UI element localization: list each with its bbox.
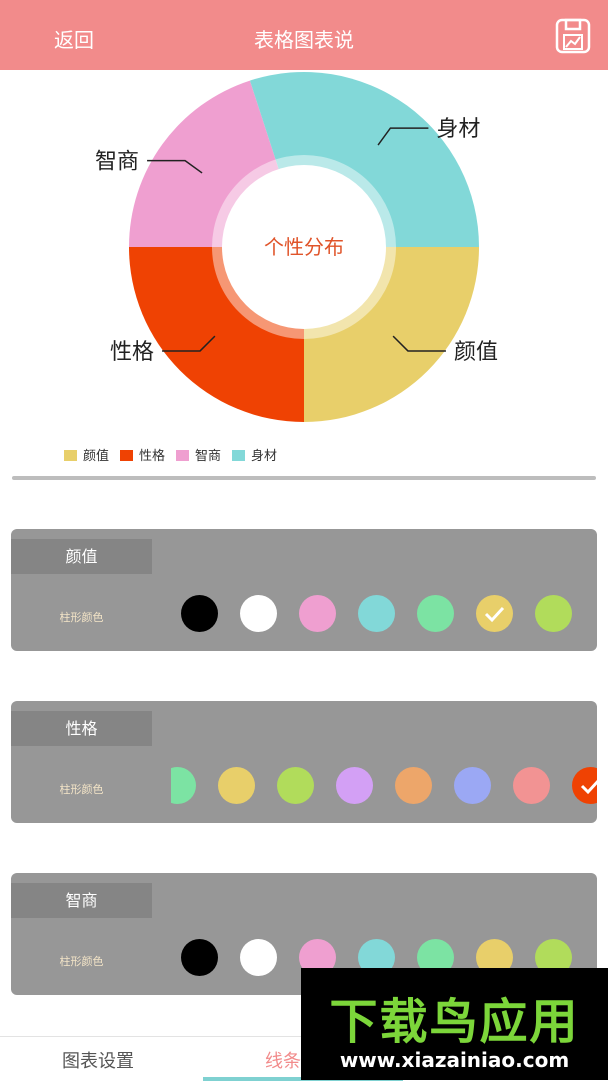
- color-swatch[interactable]: [513, 767, 550, 804]
- donut-center-label: 个性分布: [264, 235, 344, 259]
- swatch-row[interactable]: [171, 767, 597, 805]
- pie-label-2: 智商: [95, 150, 139, 175]
- legend-swatch-1: [120, 450, 133, 461]
- watermark-logo: 下载鸟应用: [329, 994, 580, 1050]
- color-swatch[interactable]: [277, 767, 314, 804]
- app-header: 返回 表格图表说: [0, 0, 608, 70]
- watermark-overlay: 下载鸟应用 www.xiazainiao.com: [301, 968, 608, 1080]
- bar-color-label: 柱形颜色: [59, 783, 104, 796]
- color-swatch[interactable]: [336, 767, 373, 804]
- legend-label-1: 性格: [139, 448, 165, 464]
- color-swatch[interactable]: [171, 767, 196, 804]
- panel-title: 颜值: [11, 539, 152, 574]
- legend-swatch-3: [232, 450, 245, 461]
- swatch-row[interactable]: [171, 595, 597, 633]
- bar-color-label: 柱形颜色: [59, 955, 104, 968]
- color-swatch[interactable]: [240, 595, 277, 632]
- legend-swatch-0: [64, 450, 77, 461]
- color-swatch[interactable]: [218, 767, 255, 804]
- pie-label-1: 性格: [110, 340, 154, 365]
- panel-title: 智商: [11, 883, 152, 918]
- check-icon: [580, 779, 597, 795]
- watermark-url: www.xiazainiao.com: [339, 1048, 570, 1072]
- color-swatch[interactable]: [454, 767, 491, 804]
- check-icon: [484, 606, 505, 623]
- color-swatch[interactable]: [572, 767, 597, 804]
- legend-label-3: 身材: [251, 448, 277, 464]
- legend-label-0: 颜值: [83, 448, 109, 464]
- page-title: 表格图表说: [254, 28, 354, 52]
- color-swatch[interactable]: [181, 939, 218, 976]
- pie-label-0: 颜值: [454, 340, 498, 365]
- chart-divider: [12, 476, 596, 480]
- color-swatch[interactable]: [535, 595, 572, 632]
- legend-label-2: 智商: [195, 449, 221, 464]
- tab-chart-settings[interactable]: 图表设置: [62, 1047, 134, 1073]
- pie-chart: 颜值性格智商身材个性分布颜值 性格 智商 身材: [64, 72, 498, 464]
- color-swatch[interactable]: [476, 595, 513, 632]
- tab-lines[interactable]: 线条: [265, 1047, 301, 1073]
- color-swatch[interactable]: [181, 595, 218, 632]
- color-swatch[interactable]: [240, 939, 277, 976]
- panel-yanzhi: 颜值 柱形颜色: [11, 529, 597, 651]
- color-swatch[interactable]: [299, 595, 336, 632]
- color-swatch[interactable]: [358, 595, 395, 632]
- panel-title: 性格: [11, 711, 152, 746]
- pie-label-3: 身材: [436, 117, 480, 142]
- color-swatch[interactable]: [417, 595, 454, 632]
- bar-color-label: 柱形颜色: [59, 611, 104, 624]
- color-swatch[interactable]: [395, 767, 432, 804]
- panel-xingge: 性格 柱形颜色: [11, 701, 597, 823]
- legend-swatch-2: [176, 450, 189, 461]
- save-chart-icon[interactable]: [555, 18, 591, 54]
